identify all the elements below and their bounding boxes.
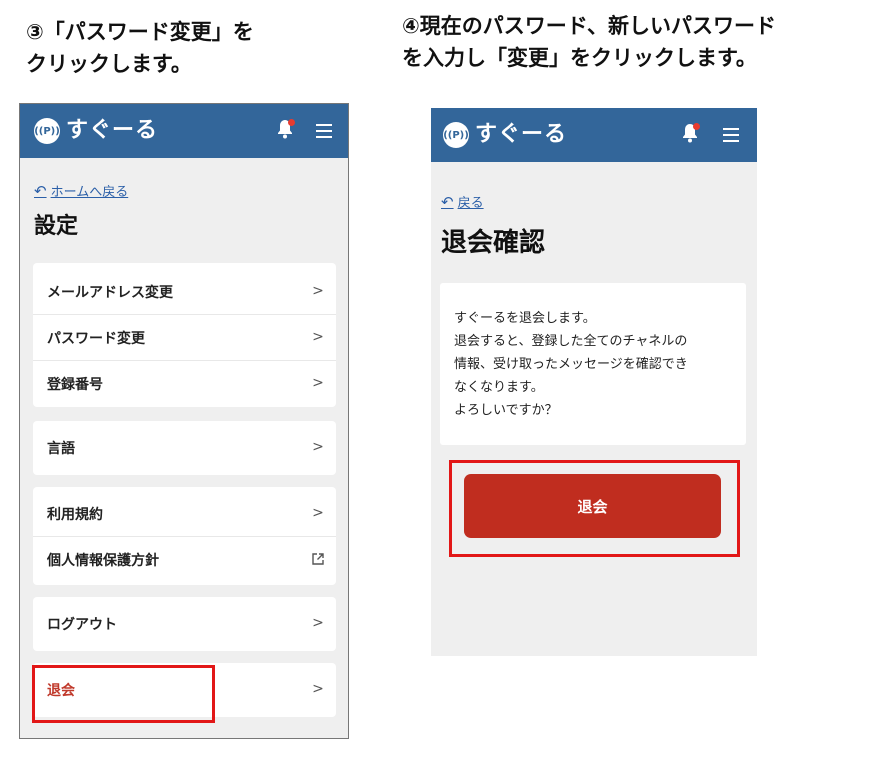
hamburger-menu-icon[interactable] [316, 124, 332, 138]
settings-item-label: ログアウト [47, 617, 117, 633]
app-logo[interactable]: ((P)) すぐーる [34, 118, 158, 144]
settings-item-password[interactable]: パスワード変更 > [33, 315, 336, 361]
back-link[interactable]: ↶ 戻る [441, 192, 484, 212]
withdraw-button-highlight-box [449, 460, 740, 557]
settings-group-legal: 利用規約 > 個人情報保護方針 [33, 487, 336, 585]
logo-text: すぐーる [475, 122, 568, 147]
withdraw-highlight-box [32, 665, 215, 723]
settings-group-logout: ログアウト > [33, 597, 336, 651]
message-line: すぐーるを退会します。 [454, 311, 596, 326]
caption-line: ③「パスワード変更」を [26, 20, 254, 44]
settings-group-account: メールアドレス変更 > パスワード変更 > 登録番号 > [33, 263, 336, 407]
settings-item-logout[interactable]: ログアウト > [33, 601, 336, 647]
notification-bell-icon[interactable] [276, 118, 296, 142]
app-logo[interactable]: ((P)) すぐーる [443, 122, 567, 148]
chevron-right-icon: > [312, 283, 324, 299]
page-title: 設定 [34, 214, 79, 239]
caption-line: クリックします。 [26, 52, 192, 76]
settings-item-label: 言語 [47, 441, 75, 457]
caption-line: を入力し「変更」をクリックします。 [402, 46, 757, 70]
back-label: 戻る [457, 196, 484, 211]
settings-item-language[interactable]: 言語 > [33, 425, 336, 471]
back-home-link[interactable]: ↶ ホームへ戻る [34, 181, 129, 201]
app-header: ((P)) すぐーる [431, 108, 757, 162]
step4-caption: ④現在のパスワード、新しいパスワード を入力し「変更」をクリックします。 [402, 10, 776, 74]
page-title: 退会確認 [441, 228, 546, 258]
withdraw-message-box: すぐーるを退会します。 退会すると、登録した全てのチャネルの 情報、受け取ったメ… [440, 283, 746, 445]
chevron-right-icon: > [312, 615, 324, 631]
settings-item-privacy-policy[interactable]: 個人情報保護方針 [33, 537, 336, 583]
settings-item-terms[interactable]: 利用規約 > [33, 491, 336, 537]
chevron-right-icon: > [312, 439, 324, 455]
undo-arrow-icon: ↶ [441, 192, 454, 211]
app-header: ((P)) すぐーる [20, 104, 348, 158]
notification-dot [288, 119, 295, 126]
message-line: 退会すると、登録した全てのチャネルの [454, 334, 688, 349]
caption-line: ④現在のパスワード、新しいパスワード [402, 14, 776, 38]
logo-mark-icon: ((P)) [34, 118, 60, 144]
external-link-icon [310, 550, 326, 568]
settings-item-label: 個人情報保護方針 [47, 553, 159, 569]
undo-arrow-icon: ↶ [34, 181, 47, 200]
message-line: よろしいですか？ [454, 403, 558, 418]
notification-dot [693, 123, 700, 130]
message-line: なくなります。 [454, 380, 544, 395]
settings-item-label: 登録番号 [47, 377, 103, 393]
settings-group-language: 言語 > [33, 421, 336, 475]
chevron-right-icon: > [312, 329, 324, 345]
chevron-right-icon: > [312, 375, 324, 391]
settings-item-email[interactable]: メールアドレス変更 > [33, 269, 336, 315]
hamburger-menu-icon[interactable] [723, 128, 739, 142]
chevron-right-icon: > [312, 505, 324, 521]
logo-text: すぐーる [66, 118, 159, 143]
back-home-label: ホームへ戻る [50, 185, 129, 200]
settings-item-label: パスワード変更 [47, 330, 145, 347]
withdraw-confirm-screen: ((P)) すぐーる ↶ 戻る 退会確認 すぐーるを退会します。 退会すると、登… [431, 108, 757, 656]
settings-screen: ((P)) すぐーる ↶ ホームへ戻る 設定 メールアドレス変更 > パスワード… [19, 103, 349, 739]
message-line: 情報、受け取ったメッセージを確認でき [454, 357, 688, 372]
settings-item-registration-number[interactable]: 登録番号 > [33, 361, 336, 407]
settings-item-label: 利用規約 [47, 506, 103, 523]
logo-mark-icon: ((P)) [443, 122, 469, 148]
chevron-right-icon: > [312, 681, 324, 697]
settings-item-label: メールアドレス変更 [47, 284, 173, 301]
step3-caption: ③「パスワード変更」を クリックします。 [26, 16, 254, 80]
notification-bell-icon[interactable] [681, 122, 701, 146]
